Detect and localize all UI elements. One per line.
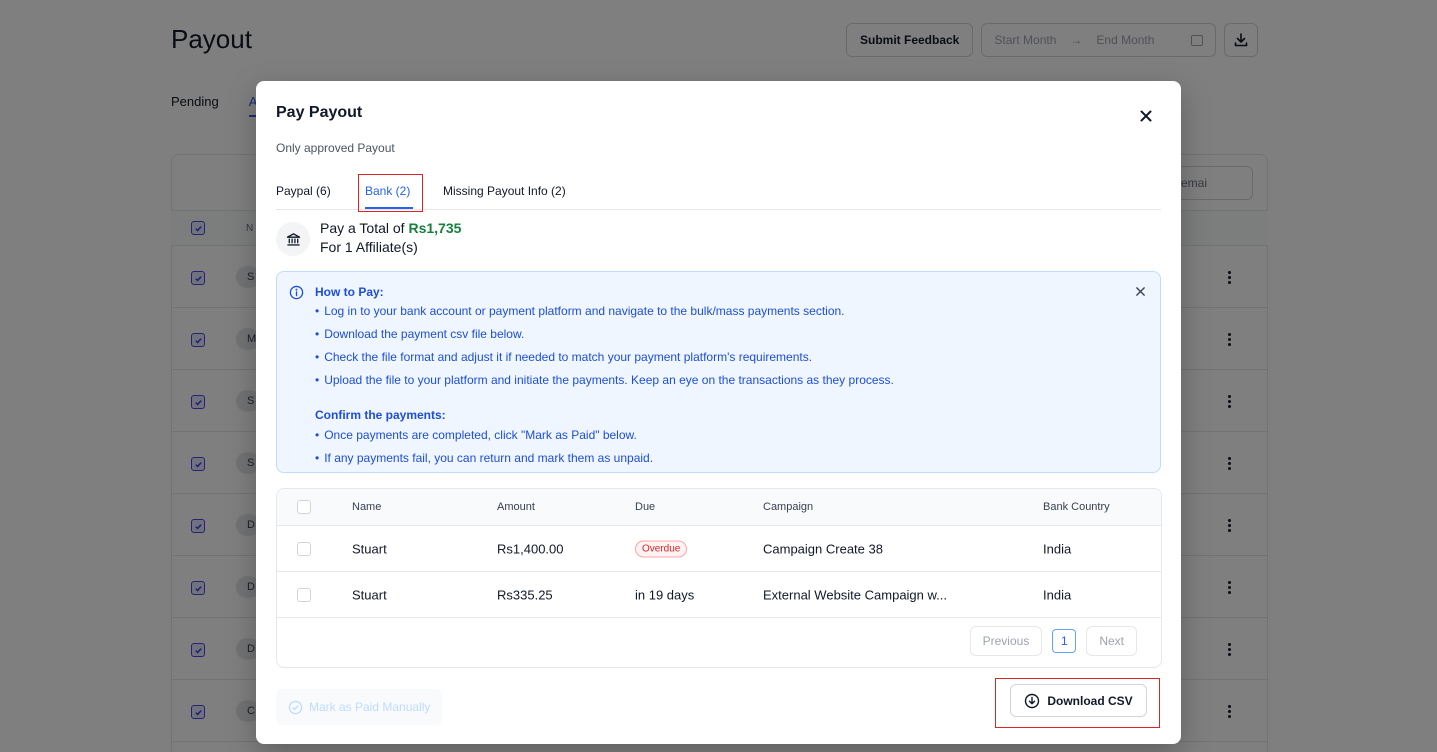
previous-page-button[interactable]: Previous — [969, 626, 1043, 656]
pagination: Previous 1 Next — [969, 626, 1137, 656]
tab-missing-payout-info[interactable]: Missing Payout Info (2) — [443, 184, 566, 198]
download-csv-label: Download CSV — [1047, 693, 1133, 708]
affiliate-count: For 1 Affiliate(s) — [320, 239, 418, 255]
payout-amount: Rs1,400.00 — [497, 541, 564, 556]
column-header-bank-country: Bank Country — [1043, 501, 1110, 513]
how-to-pay-step: Download the payment csv file below. — [315, 323, 894, 346]
campaign-name: Campaign Create 38 — [763, 541, 883, 556]
total-amount: Rs1,735 — [408, 220, 462, 236]
confirm-step: Once payments are completed, click "Mark… — [315, 424, 894, 447]
row-checkbox[interactable] — [297, 541, 311, 556]
how-to-pay-heading: How to Pay: — [315, 285, 384, 299]
column-header-due: Due — [635, 501, 656, 513]
mark-as-paid-label: Mark as Paid Manually — [309, 700, 431, 714]
bank-country: India — [1043, 541, 1072, 556]
check-circle-icon — [288, 700, 303, 714]
due-date: in 19 days — [635, 587, 695, 602]
how-to-pay-step: Log in to your bank account or payment p… — [315, 300, 894, 323]
summary-total: Pay a Total of Rs1,735 — [320, 219, 461, 238]
modal-title: Pay Payout — [276, 104, 363, 121]
column-header-campaign: Campaign — [763, 501, 814, 513]
row-checkbox[interactable] — [297, 587, 311, 602]
current-page[interactable]: 1 — [1052, 629, 1077, 653]
table-row[interactable]: Stuart Rs335.25 in 19 days External Webs… — [277, 572, 1161, 618]
select-all-checkbox[interactable] — [297, 500, 311, 514]
pay-payout-modal: Pay Payout Only approved Payout Paypal (… — [256, 81, 1181, 744]
payout-summary: Pay a Total of Rs1,735 For 1 Affiliate(s… — [276, 219, 461, 257]
next-page-button[interactable]: Next — [1086, 626, 1137, 656]
confirm-steps: Once payments are completed, click "Mark… — [315, 424, 894, 470]
alert-close-icon[interactable] — [1135, 286, 1146, 297]
payout-amount: Rs335.25 — [497, 587, 553, 602]
table-row[interactable]: Stuart Rs1,400.00 Overdue Campaign Creat… — [277, 526, 1161, 572]
close-icon[interactable] — [1138, 108, 1154, 124]
how-to-pay-alert: How to Pay: Log in to your bank account … — [276, 271, 1161, 473]
info-icon — [289, 285, 304, 300]
how-to-pay-step: Upload the file to your platform and ini… — [315, 369, 894, 392]
how-to-pay-steps: Log in to your bank account or payment p… — [315, 300, 894, 392]
tab-active-indicator — [365, 207, 413, 209]
confirm-step: If any payments fail, you can return and… — [315, 447, 894, 470]
summary-prefix: Pay a Total of — [320, 220, 405, 236]
payout-table: Name Amount Due Campaign Bank Country St… — [276, 488, 1162, 668]
column-header-name: Name — [352, 501, 382, 513]
download-circle-icon — [1025, 693, 1040, 708]
overdue-badge: Overdue — [635, 540, 688, 557]
modal-subtitle: Only approved Payout — [276, 141, 395, 155]
affiliate-name: Stuart — [352, 541, 387, 556]
bank-country: India — [1043, 587, 1072, 602]
confirm-heading: Confirm the payments: — [315, 408, 446, 422]
campaign-name: External Website Campaign w... — [763, 587, 948, 602]
mark-as-paid-button[interactable]: Mark as Paid Manually — [276, 689, 443, 725]
tab-bank[interactable]: Bank (2) — [365, 184, 410, 198]
bank-icon — [276, 222, 310, 256]
affiliate-name: Stuart — [352, 587, 387, 602]
tab-paypal[interactable]: Paypal (6) — [276, 184, 331, 198]
how-to-pay-step: Check the file format and adjust it if n… — [315, 346, 894, 369]
table-header: Name Amount Due Campaign Bank Country — [277, 489, 1161, 526]
payment-method-tabs: Paypal (6) Bank (2) Missing Payout Info … — [276, 174, 1161, 212]
download-csv-button[interactable]: Download CSV — [1010, 684, 1147, 717]
column-header-amount: Amount — [497, 501, 535, 513]
